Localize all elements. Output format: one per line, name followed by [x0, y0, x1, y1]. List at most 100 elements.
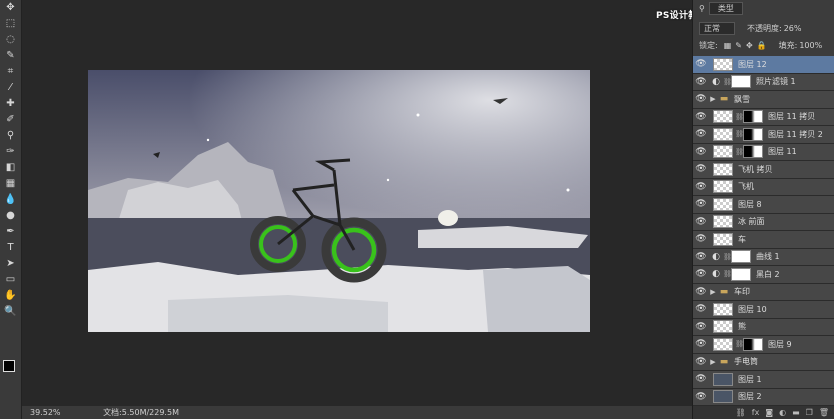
layer-row[interactable]: 👁 ▶ ▬ 手电筒 [693, 353, 834, 371]
layer-mask-thumbnail[interactable] [731, 267, 751, 281]
layer-row[interactable]: 👁 飞机 [693, 178, 834, 196]
fx-icon[interactable]: fx [752, 408, 760, 417]
layer-row[interactable]: 👁 车 [693, 231, 834, 249]
color-swatches[interactable] [3, 360, 20, 377]
filter-select[interactable]: 类型 [708, 2, 743, 15]
layer-row[interactable]: 👁 ⛓ 图层 9 [693, 336, 834, 354]
move-tool-icon[interactable]: ✥ [0, 0, 21, 16]
quick-select-tool-icon[interactable]: ✎ [0, 48, 21, 64]
layer-mask-thumbnail[interactable] [731, 75, 751, 89]
visibility-eye-icon[interactable]: 👁 [693, 392, 709, 402]
layer-thumbnail[interactable] [713, 110, 733, 124]
mask-icon[interactable]: ◙ [765, 408, 773, 417]
visibility-eye-icon[interactable]: 👁 [693, 199, 709, 209]
layer-row[interactable]: 👁 ◐ ⛓ 照片滤镜 1 [693, 73, 834, 91]
dodge-tool-icon[interactable]: ● [0, 208, 21, 224]
visibility-eye-icon[interactable]: 👁 [693, 77, 709, 87]
layer-row[interactable]: 👁 ▶ ▬ 飘雪 [693, 91, 834, 109]
layer-row[interactable]: 👁 ⛓ 图层 11 [693, 143, 834, 161]
rectangle-tool-icon[interactable]: ▭ [0, 272, 21, 288]
visibility-eye-icon[interactable]: 👁 [693, 182, 709, 192]
visibility-eye-icon[interactable]: 👁 [693, 234, 709, 244]
layer-thumbnail[interactable] [713, 390, 733, 404]
layer-row[interactable]: 👁 冰 前面 [693, 213, 834, 231]
layer-mask-thumbnail[interactable] [743, 110, 763, 124]
layer-row[interactable]: 👁 ▶ ▬ 车印 [693, 283, 834, 301]
layer-mask-thumbnail[interactable] [743, 145, 763, 159]
blend-mode-select[interactable]: 正常 [699, 22, 735, 35]
layer-row[interactable]: 👁 熊 [693, 318, 834, 336]
layer-row[interactable]: 👁 飞机 拷贝 [693, 161, 834, 179]
layer-thumbnail[interactable] [713, 232, 733, 246]
fill-value[interactable]: 100% [799, 41, 822, 50]
layer-thumbnail[interactable] [713, 145, 733, 159]
layer-row[interactable]: 👁 ◐ ⛓ 曲线 1 [693, 248, 834, 266]
document-canvas[interactable] [88, 70, 590, 332]
layer-mask-thumbnail[interactable] [743, 127, 763, 141]
doc-size[interactable]: 文档:5.50M/229.5M [103, 408, 179, 417]
layer-thumbnail[interactable] [713, 320, 733, 334]
layer-thumbnail[interactable] [713, 215, 733, 229]
visibility-eye-icon[interactable]: 👁 [693, 322, 709, 332]
lock-paint-icon[interactable]: ✎ [735, 41, 742, 50]
visibility-eye-icon[interactable]: 👁 [693, 112, 709, 122]
visibility-eye-icon[interactable]: 👁 [693, 374, 709, 384]
zoom-tool-icon[interactable]: 🔍 [0, 304, 21, 320]
layer-row[interactable]: 👁 ⛓ 图层 11 拷贝 [693, 108, 834, 126]
history-brush-tool-icon[interactable]: ✑ [0, 144, 21, 160]
layer-row[interactable]: 👁 图层 2 [693, 388, 834, 406]
layer-row[interactable]: 👁 ◐ ⛓ 黑白 2 [693, 266, 834, 284]
layer-thumbnail[interactable] [713, 372, 733, 386]
visibility-eye-icon[interactable]: 👁 [693, 217, 709, 227]
lock-all-icon[interactable]: 🔒 [757, 41, 767, 50]
visibility-eye-icon[interactable]: 👁 [693, 147, 709, 157]
visibility-eye-icon[interactable]: 👁 [693, 287, 709, 297]
opacity-value[interactable]: 26% [784, 24, 802, 33]
visibility-eye-icon[interactable]: 👁 [693, 252, 709, 262]
new-layer-icon[interactable]: ❐ [806, 408, 813, 417]
layer-thumbnail[interactable] [713, 197, 733, 211]
path-select-tool-icon[interactable]: ➤ [0, 256, 21, 272]
zoom-level[interactable]: 39.52% [30, 408, 61, 417]
eraser-tool-icon[interactable]: ◧ [0, 160, 21, 176]
visibility-eye-icon[interactable]: 👁 [693, 339, 709, 349]
foreground-color[interactable] [3, 360, 15, 372]
visibility-eye-icon[interactable]: 👁 [693, 304, 709, 314]
expand-arrow-icon[interactable]: ▶ [709, 288, 717, 296]
hand-tool-icon[interactable]: ✋ [0, 288, 21, 304]
layer-row[interactable]: 👁 图层 8 [693, 196, 834, 214]
visibility-eye-icon[interactable]: 👁 [693, 269, 709, 279]
visibility-eye-icon[interactable]: 👁 [693, 59, 709, 69]
new-group-icon[interactable]: ▬ [792, 408, 800, 417]
lock-transparent-icon[interactable]: ▦ [724, 41, 732, 50]
brush-tool-icon[interactable]: ✐ [0, 112, 21, 128]
layer-thumbnail[interactable] [713, 127, 733, 141]
visibility-eye-icon[interactable]: 👁 [693, 129, 709, 139]
spot-heal-tool-icon[interactable]: ✚ [0, 96, 21, 112]
layer-mask-thumbnail[interactable] [731, 250, 751, 264]
adjustment-icon[interactable]: ◐ [779, 408, 786, 417]
visibility-eye-icon[interactable]: 👁 [693, 357, 709, 367]
layer-thumbnail[interactable] [713, 57, 733, 71]
lock-move-icon[interactable]: ✥ [746, 41, 753, 50]
layer-row[interactable]: 👁 图层 10 [693, 301, 834, 319]
eyedropper-tool-icon[interactable]: ⁄ [0, 80, 21, 96]
expand-arrow-icon[interactable]: ▶ [709, 95, 717, 103]
clone-stamp-tool-icon[interactable]: ⚲ [0, 128, 21, 144]
blur-tool-icon[interactable]: 💧 [0, 192, 21, 208]
layer-row[interactable]: 👁 图层 12 [693, 56, 834, 74]
layer-thumbnail[interactable] [713, 162, 733, 176]
layer-thumbnail[interactable] [713, 302, 733, 316]
gradient-tool-icon[interactable]: ▦ [0, 176, 21, 192]
lasso-tool-icon[interactable]: ◌ [0, 32, 21, 48]
link-icon[interactable]: ⛓ [736, 408, 746, 417]
layer-row[interactable]: 👁 图层 1 [693, 371, 834, 389]
marquee-tool-icon[interactable]: ⬚ [0, 16, 21, 32]
expand-arrow-icon[interactable]: ▶ [709, 358, 717, 366]
trash-icon[interactable]: 🗑 [819, 408, 829, 417]
visibility-eye-icon[interactable]: 👁 [693, 164, 709, 174]
crop-tool-icon[interactable]: ⌗ [0, 64, 21, 80]
visibility-eye-icon[interactable]: 👁 [693, 94, 709, 104]
layer-row[interactable]: 👁 ⛓ 图层 11 拷贝 2 [693, 126, 834, 144]
type-tool-icon[interactable]: T [0, 240, 21, 256]
